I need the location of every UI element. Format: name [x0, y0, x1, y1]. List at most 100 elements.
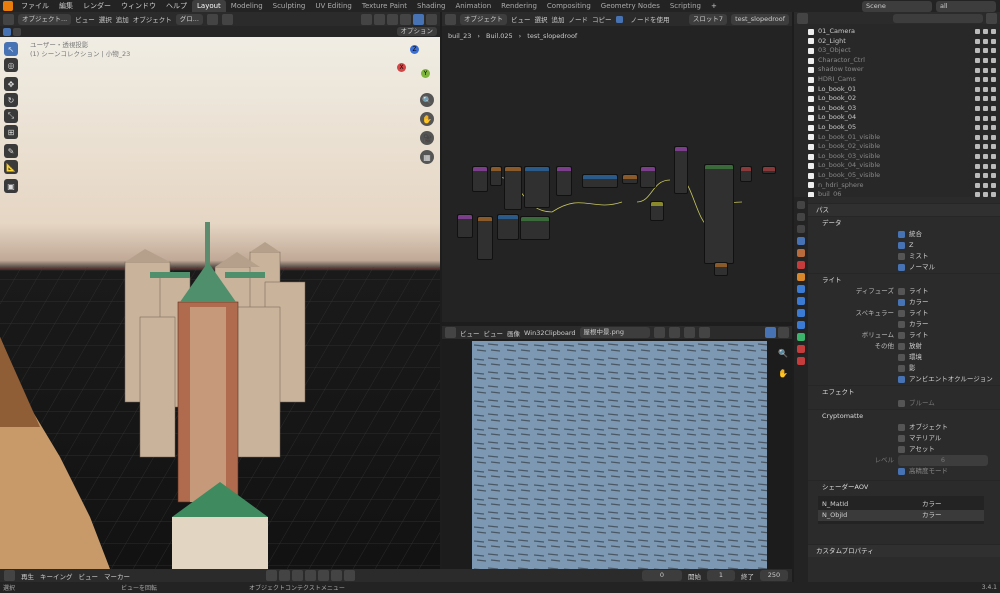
- outliner[interactable]: 01_Camera 02_Light 03_Object Charactor_Ctrl…: [794, 12, 1000, 197]
- zoom-icon[interactable]: 🔍: [420, 93, 434, 107]
- graph-node[interactable]: [457, 214, 473, 238]
- pass-option-row[interactable]: その他 放射: [808, 341, 1000, 352]
- output-tab-icon[interactable]: [797, 225, 805, 233]
- material-selector[interactable]: test_slopedroof: [731, 13, 789, 25]
- node-menu-node[interactable]: ノード: [569, 14, 589, 24]
- use-nodes-checkbox[interactable]: [615, 15, 623, 23]
- image-menu-image[interactable]: 画像: [507, 328, 520, 338]
- node-menu-select[interactable]: 選択: [535, 14, 548, 24]
- current-frame-field[interactable]: 0: [642, 570, 682, 581]
- select-box-icon[interactable]: [3, 27, 11, 36]
- pass-option-row[interactable]: ボリューム ライト: [808, 330, 1000, 341]
- constraints-tab-icon[interactable]: [797, 321, 805, 329]
- data-tab-icon[interactable]: [797, 333, 805, 341]
- pass-option-row[interactable]: Z: [808, 240, 1000, 251]
- image-zoom-icon[interactable]: 🔍: [776, 346, 790, 360]
- breadcrumb-material[interactable]: test_slopedroof: [527, 32, 577, 40]
- pass-checkbox[interactable]: [898, 242, 905, 249]
- texture-tab-icon[interactable]: [797, 357, 805, 365]
- tab-geometry-nodes[interactable]: Geometry Nodes: [596, 0, 665, 12]
- gizmo-x-axis[interactable]: X: [397, 63, 406, 72]
- pass-option-row[interactable]: アンビエントオクルージョン: [808, 374, 1000, 385]
- graph-node[interactable]: [520, 216, 550, 240]
- tab-texture-paint[interactable]: Texture Paint: [357, 0, 412, 12]
- modifier-tab-icon[interactable]: [797, 285, 805, 293]
- tool-tab-icon[interactable]: [797, 201, 805, 209]
- pass-checkbox[interactable]: [898, 231, 905, 238]
- high-precision-checkbox[interactable]: [898, 468, 905, 475]
- visibility-icons[interactable]: [975, 29, 996, 35]
- graph-node[interactable]: [504, 166, 522, 210]
- prev-key-icon[interactable]: [292, 570, 303, 581]
- pan-hand-icon[interactable]: ✋: [420, 112, 434, 126]
- outliner-item[interactable]: Lo_book_05_visible: [808, 171, 1000, 181]
- tab-uv-editing[interactable]: UV Editing: [310, 0, 357, 12]
- unlink-image-icon[interactable]: [698, 327, 710, 338]
- ortho-toggle-icon[interactable]: ▦: [420, 150, 434, 164]
- tab-modeling[interactable]: Modeling: [226, 0, 268, 12]
- pass-option-row[interactable]: スペキュラー ライト: [808, 308, 1000, 319]
- outliner-item[interactable]: shadow tower: [808, 65, 1000, 75]
- menu-edit[interactable]: 編集: [54, 0, 78, 12]
- passes-section[interactable]: パス: [808, 203, 1000, 216]
- outliner-item[interactable]: Lo_book_05: [808, 123, 1000, 133]
- breadcrumb-mesh[interactable]: Buil.025: [486, 32, 513, 40]
- pass-option-row[interactable]: カラー: [808, 319, 1000, 330]
- slot-selector[interactable]: スロット7: [688, 13, 728, 25]
- scene-tab-icon[interactable]: [797, 249, 805, 257]
- shading-material-icon[interactable]: [413, 13, 424, 25]
- add-cube-tool-icon[interactable]: ▣: [4, 179, 18, 193]
- pass-checkbox[interactable]: [898, 321, 905, 328]
- orientation-selector[interactable]: グロ...: [175, 13, 203, 25]
- visibility-icons[interactable]: [975, 58, 996, 64]
- add-workspace-button[interactable]: +: [706, 0, 722, 12]
- graph-node[interactable]: [714, 262, 728, 276]
- select-tool-icon[interactable]: ↖: [4, 42, 18, 56]
- outliner-search[interactable]: [893, 13, 983, 23]
- bloom-checkbox[interactable]: [898, 400, 905, 407]
- visibility-icons[interactable]: [975, 134, 996, 140]
- graph-node[interactable]: [650, 201, 664, 221]
- proportional-icon[interactable]: [221, 13, 233, 25]
- select-mode-icon[interactable]: [13, 27, 21, 36]
- image-selector[interactable]: 屋根中景.png: [579, 327, 650, 338]
- graph-node[interactable]: [704, 164, 734, 264]
- render-tab-icon[interactable]: [797, 213, 805, 221]
- new-image-icon[interactable]: [668, 327, 680, 338]
- pass-checkbox[interactable]: [898, 435, 905, 442]
- timeline-menu-view[interactable]: ビュー: [79, 571, 99, 581]
- shading-render-icon[interactable]: [426, 13, 437, 25]
- image-editor[interactable]: 🔍 ✋: [442, 339, 792, 569]
- image-menu-view[interactable]: ビュー: [460, 328, 480, 338]
- graph-node[interactable]: [762, 166, 776, 174]
- visibility-icons[interactable]: [975, 96, 996, 102]
- snap-icon[interactable]: [206, 13, 218, 25]
- graph-node[interactable]: [524, 166, 550, 208]
- graph-node[interactable]: [472, 166, 488, 192]
- menu-file[interactable]: ファイル: [16, 0, 54, 12]
- annotate-tool-icon[interactable]: ✎: [4, 144, 18, 158]
- next-key-icon[interactable]: [331, 570, 342, 581]
- pass-checkbox[interactable]: [898, 446, 905, 453]
- tab-compositing[interactable]: Compositing: [542, 0, 596, 12]
- node-editor[interactable]: buil_23 › Buil.025 › test_slopedroof: [442, 26, 792, 322]
- play-icon[interactable]: [318, 570, 329, 581]
- shader-aov-subsection[interactable]: シェーダーAOV: [808, 480, 1000, 493]
- aov-type[interactable]: カラー: [922, 510, 942, 521]
- data-subsection[interactable]: データ: [808, 216, 1000, 229]
- end-frame-field[interactable]: 250: [760, 570, 788, 581]
- graph-node[interactable]: [582, 174, 618, 188]
- visibility-icons[interactable]: [975, 154, 996, 160]
- timeline-menu-marker[interactable]: マーカー: [104, 571, 130, 581]
- visibility-icons[interactable]: [975, 125, 996, 131]
- menu-window[interactable]: ウィンドウ: [116, 0, 161, 12]
- rotate-tool-icon[interactable]: ↻: [4, 93, 18, 107]
- pass-option-row[interactable]: カラー: [808, 297, 1000, 308]
- graph-node[interactable]: [477, 216, 493, 260]
- pass-checkbox[interactable]: [898, 343, 905, 350]
- options-button[interactable]: オプション: [396, 27, 437, 36]
- custom-properties-section[interactable]: カスタムプロパティ: [808, 544, 1000, 557]
- properties-panel[interactable]: パス データ 統合 Z ミスト ノーマル ライト ディフューズ ライト カラー スペキュラー…: [794, 197, 1000, 582]
- filter-icon[interactable]: [986, 12, 997, 24]
- pass-option-row[interactable]: ディフューズ ライト: [808, 286, 1000, 297]
